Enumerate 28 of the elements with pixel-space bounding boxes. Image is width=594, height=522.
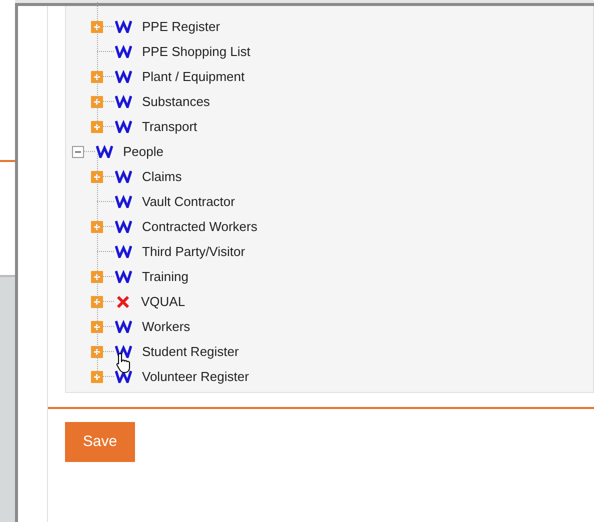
tree-item-label[interactable]: Transport: [142, 116, 198, 136]
pointer-cursor-icon: [116, 352, 132, 374]
tree-item-label[interactable]: Plant / Equipment: [142, 66, 245, 86]
expand-icon[interactable]: [91, 270, 103, 282]
expand-icon[interactable]: [91, 20, 103, 32]
expand-icon[interactable]: [91, 96, 103, 108]
expand-icon[interactable]: [91, 296, 103, 308]
tree-item-label[interactable]: PPE Register: [142, 16, 220, 36]
tree-item-label[interactable]: Student Register: [142, 342, 239, 362]
tree-item-label[interactable]: Contracted Workers: [142, 216, 258, 236]
expand-icon[interactable]: [91, 220, 103, 232]
expand-icon[interactable]: [91, 120, 103, 132]
tree-item-label[interactable]: Claims: [142, 166, 182, 186]
tree-item-label[interactable]: Workers: [142, 316, 190, 336]
tree-item-label[interactable]: Third Party/Visitor: [142, 242, 246, 262]
tree-item-label[interactable]: Vault Contractor: [142, 192, 235, 212]
tree-item-label[interactable]: Substances: [142, 92, 210, 112]
expand-icon[interactable]: [91, 70, 103, 82]
tree-item-label[interactable]: Volunteer Register: [142, 366, 249, 386]
expand-icon[interactable]: [91, 170, 103, 182]
tree-item-label[interactable]: VQUAL: [141, 292, 186, 312]
expand-icon[interactable]: [91, 370, 103, 382]
expand-icon[interactable]: [91, 320, 103, 332]
collapse-icon[interactable]: [72, 146, 84, 158]
tree-item-label[interactable]: People: [123, 142, 164, 162]
tree-item-label[interactable]: Training: [142, 266, 188, 286]
expand-icon[interactable]: [91, 346, 103, 358]
tree-item-label[interactable]: PPE Shopping List: [142, 42, 250, 62]
